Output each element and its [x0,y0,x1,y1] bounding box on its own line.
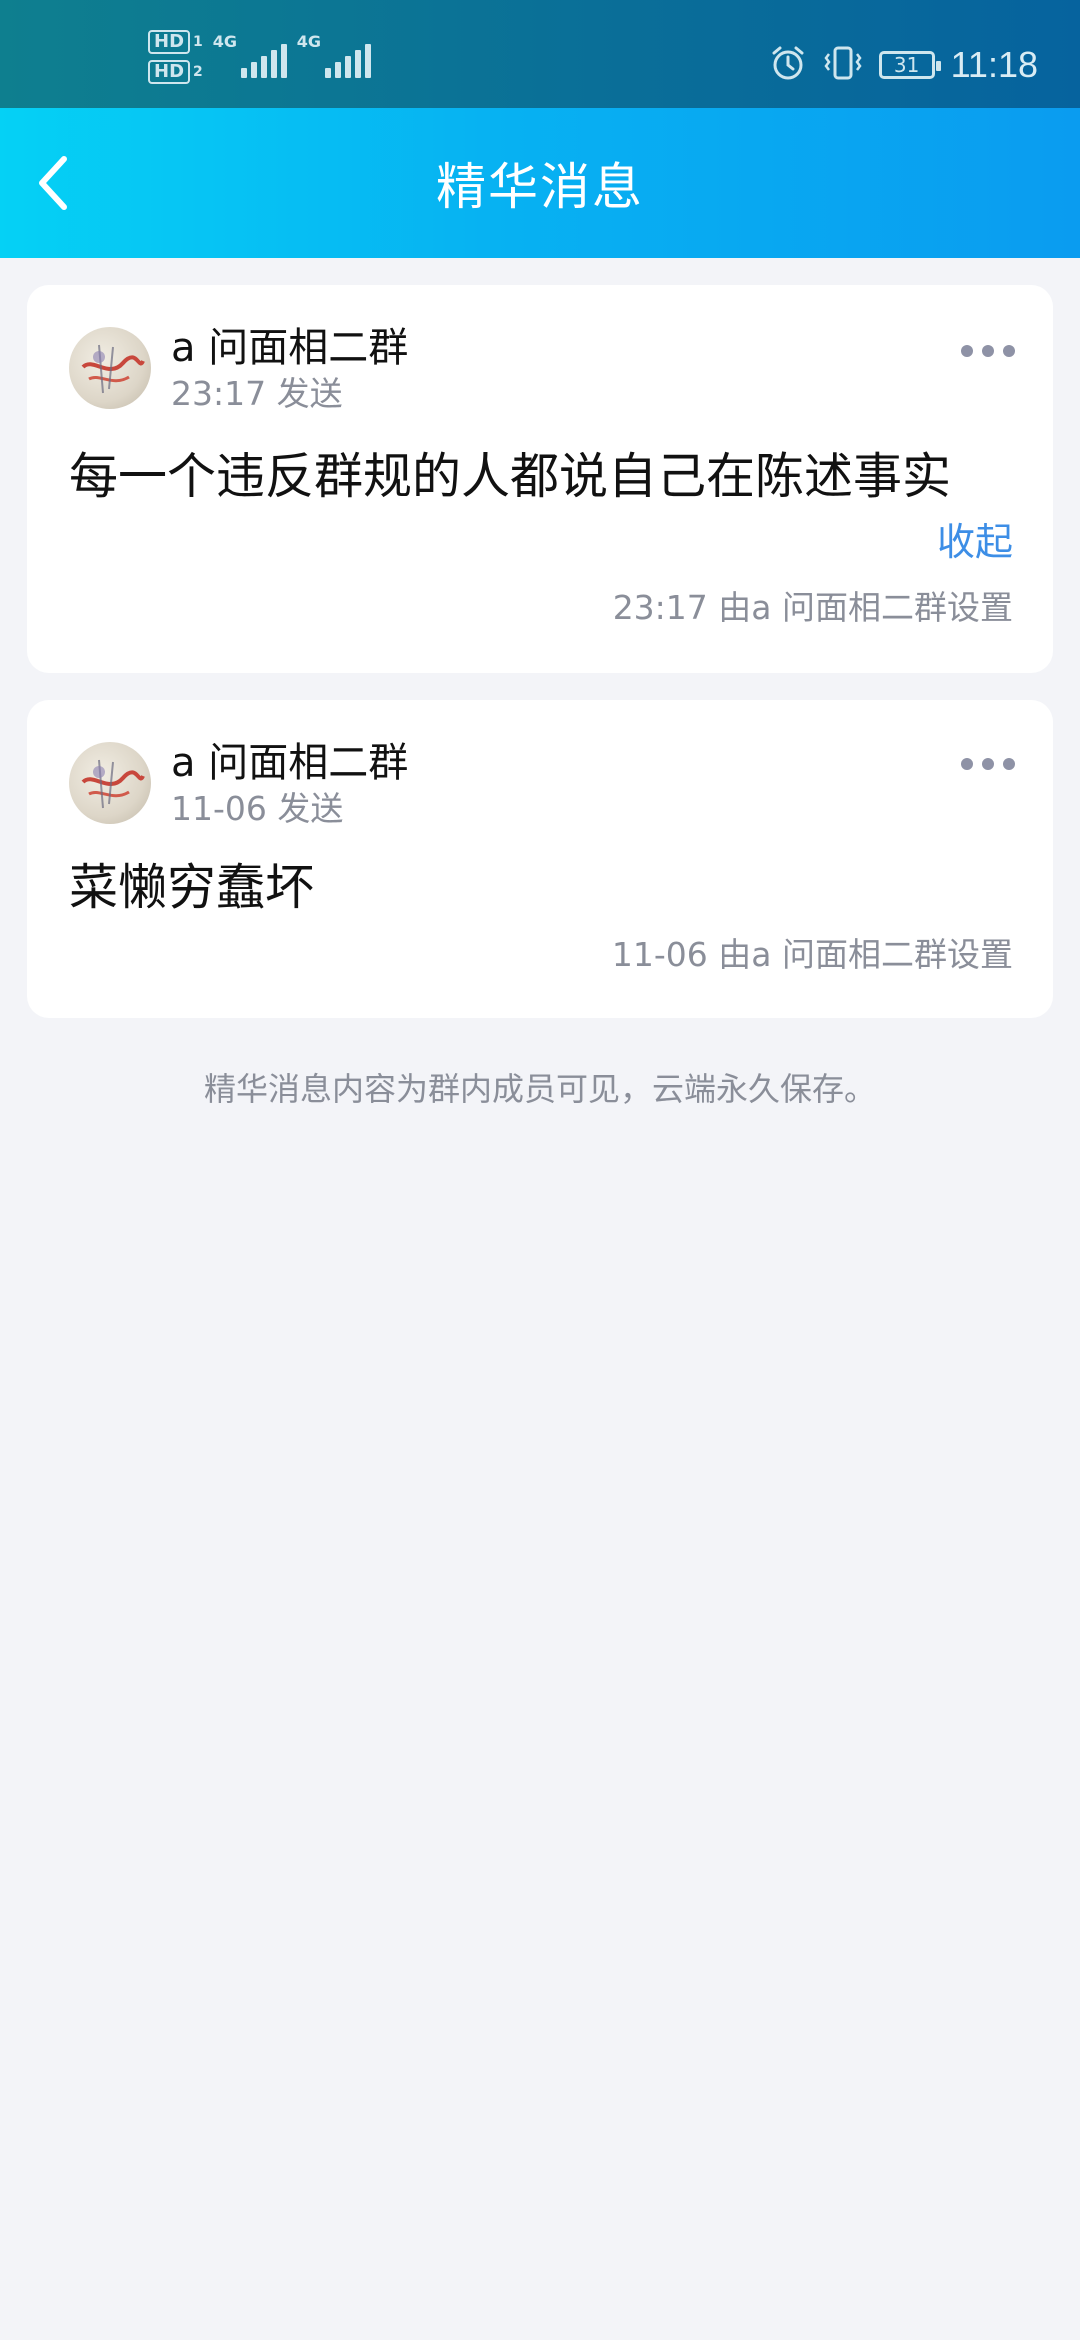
set-by-info: 23:17 由a 问面相二群设置 [612,588,1013,627]
more-options-button[interactable] [961,754,1015,774]
dot [961,758,973,770]
vibrate-icon [823,44,863,86]
signal-2-icon: 4G [297,30,371,78]
chevron-left-icon [39,156,67,210]
avatar-image [81,344,145,394]
status-right: 31 11:18 [769,44,1038,86]
network-indicators: HD 1 HD 2 4G 4G [148,30,371,84]
avatar[interactable] [69,327,151,409]
dot [1003,758,1015,770]
sender-name: a 问面相二群 [171,740,409,786]
hd2-label: HD [148,60,191,84]
status-bar: HD 1 HD 2 4G 4G 31 11:18 [0,0,1080,108]
dot [1003,345,1015,357]
more-options-button[interactable] [961,341,1015,361]
set-by-info: 11-06 由a 问面相二群设置 [611,935,1013,974]
sent-time: 23:17 发送 [171,374,343,413]
title-bar: 精华消息 [0,108,1080,258]
back-button[interactable] [22,148,86,218]
avatar[interactable] [69,742,151,824]
dot [961,345,973,357]
dot [982,758,994,770]
alarm-icon [769,44,807,86]
battery-icon: 31 [878,51,941,79]
message-text: 菜懒穷蠢坏 [69,859,315,916]
message-card[interactable]: a 问面相二群 11-06 发送 菜懒穷蠢坏 11-06 由a 问面相二群设置 [27,700,1053,1018]
hd2-indicator: HD 2 [148,60,203,84]
footer-note: 精华消息内容为群内成员可见，云端永久保存。 [203,1070,876,1108]
page-title: 精华消息 [436,158,644,216]
net2-label: 4G [296,32,322,51]
hd-indicators: HD 1 HD 2 [148,30,203,84]
avatar-image [81,759,145,809]
hd2-sub: 2 [193,64,203,80]
clock: 11:18 [950,44,1038,85]
message-card[interactable]: a 问面相二群 23:17 发送 每一个违反群规的人都说自己在陈述事实 收起 2… [27,285,1053,673]
message-text: 每一个违反群规的人都说自己在陈述事实 [69,448,952,505]
dot [982,345,994,357]
hd1-sub: 1 [193,34,203,50]
net1-label: 4G [212,32,238,51]
hd1-indicator: HD 1 [148,30,203,54]
hd1-label: HD [148,30,191,54]
sent-time: 11-06 发送 [171,789,344,828]
collapse-link[interactable]: 收起 [937,511,1013,566]
sender-name: a 问面相二群 [171,325,409,371]
battery-level: 31 [893,53,920,77]
signal-1-icon: 4G [213,30,287,78]
